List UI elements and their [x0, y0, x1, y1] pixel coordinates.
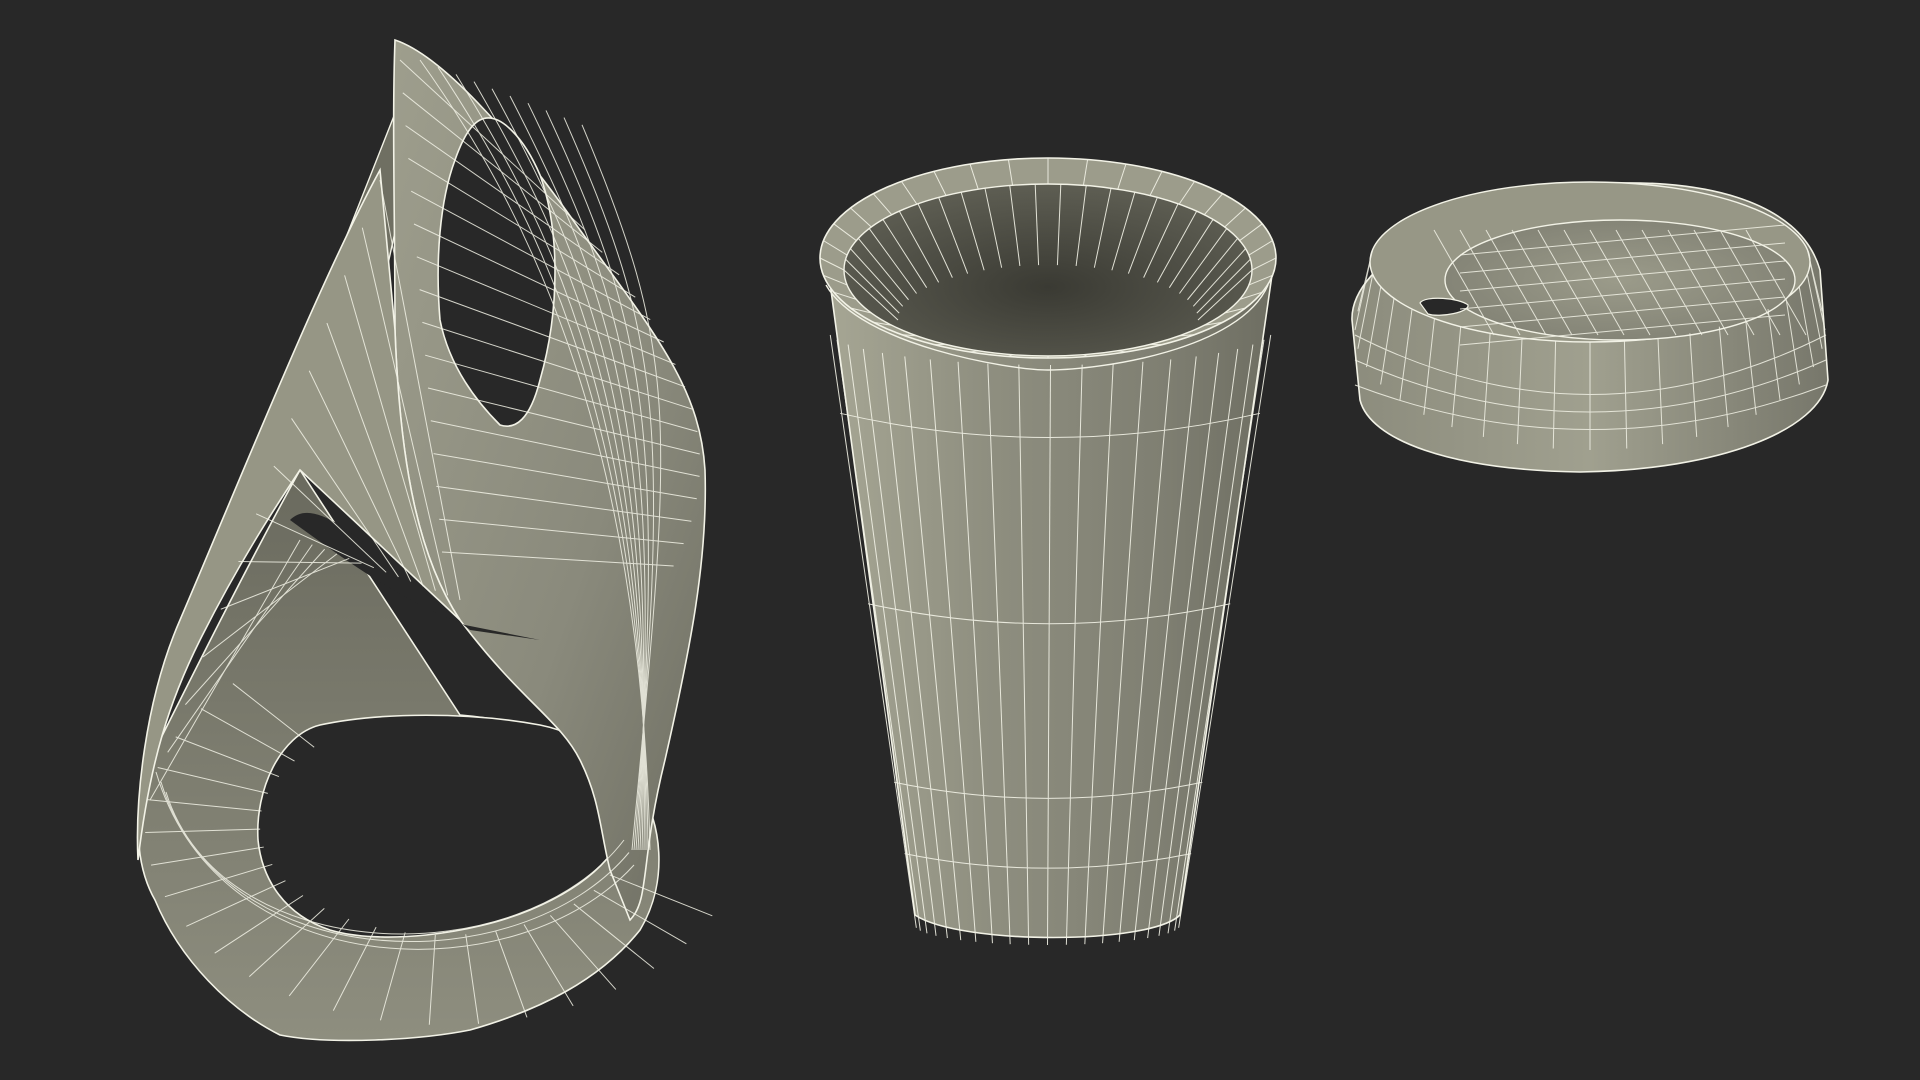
cup-lid: [1351, 181, 1829, 473]
render-canvas: [136, 38, 1829, 1042]
cup-holder-sleeve: [136, 38, 713, 1042]
viewport: [0, 0, 1920, 1080]
cup-opening: [843, 183, 1253, 357]
paper-cup: [819, 157, 1277, 946]
